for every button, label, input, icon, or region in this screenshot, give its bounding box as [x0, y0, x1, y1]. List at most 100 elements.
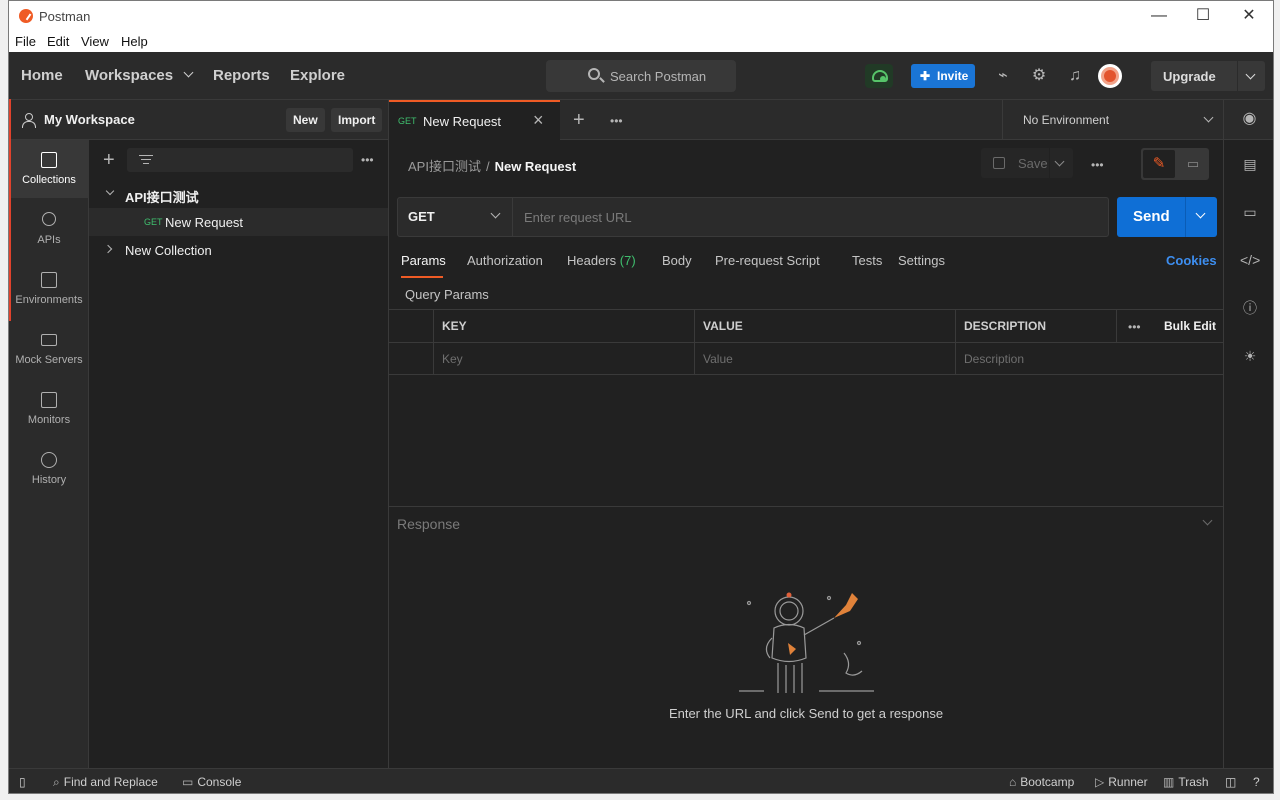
response-panel: Response Enter the URL and click Send to…	[389, 506, 1223, 768]
view-mode-toggle: ✎ ▭	[1141, 148, 1209, 180]
new-tab-icon[interactable]: +	[573, 110, 585, 130]
search-placeholder: Search Postman	[610, 69, 707, 84]
collections-filter-input[interactable]	[127, 148, 353, 172]
documentation-icon[interactable]: ▤	[1240, 154, 1260, 174]
collection-item[interactable]: New Collection	[89, 236, 388, 264]
workspace-title[interactable]: My Workspace	[44, 112, 135, 127]
add-user-icon: ✚	[920, 69, 931, 83]
save-icon	[993, 157, 1005, 169]
info-icon[interactable]: ⓘ	[1240, 298, 1260, 318]
breadcrumb-collection[interactable]: API接口测试	[408, 159, 481, 174]
help-icon[interactable]: ?	[1253, 775, 1260, 789]
satellite-icon[interactable]: ⌁	[993, 66, 1013, 86]
invite-button[interactable]: ✚ Invite	[911, 64, 975, 88]
collection-item[interactable]: API接口测试	[89, 180, 388, 208]
chevron-down-icon[interactable]	[105, 186, 115, 196]
environment-selector[interactable]: No Environment	[1002, 100, 1223, 140]
key-input[interactable]: Key	[442, 352, 463, 366]
bootcamp-button[interactable]: ⌂ Bootcamp	[1009, 775, 1074, 789]
request-item[interactable]: GET New Request	[89, 208, 388, 236]
headers-count-badge: (7)	[619, 253, 636, 268]
chevron-down-icon[interactable]	[1202, 515, 1213, 526]
edit-pencil-icon[interactable]: ✎	[1143, 150, 1175, 178]
code-icon[interactable]: </>	[1240, 250, 1260, 270]
nav-workspaces[interactable]: Workspaces	[85, 67, 194, 84]
tab-params[interactable]: Params	[401, 253, 446, 268]
tab-tests[interactable]: Tests	[852, 253, 882, 268]
value-input[interactable]: Value	[703, 352, 733, 366]
lightbulb-icon[interactable]: ☀	[1240, 346, 1260, 366]
upgrade-label: Upgrade	[1163, 69, 1216, 84]
menu-file[interactable]: File	[15, 34, 36, 49]
chevron-down-icon[interactable]	[1245, 69, 1256, 80]
nav-explore[interactable]: Explore	[290, 67, 345, 84]
runner-button[interactable]: ▷ Runner	[1095, 775, 1148, 789]
trash-button[interactable]: ▥ Trash	[1163, 775, 1209, 789]
find-replace-button[interactable]: ⌕ Find and Replace	[53, 775, 158, 790]
breadcrumb-request[interactable]: New Request	[495, 159, 577, 174]
maximize-button[interactable]: ☐	[1189, 5, 1217, 27]
bell-icon[interactable]: ♫	[1065, 66, 1085, 86]
avatar[interactable]	[1098, 64, 1122, 88]
tab-settings[interactable]: Settings	[898, 253, 945, 268]
nav-home[interactable]: Home	[21, 67, 63, 84]
more-options-icon[interactable]: •••	[1128, 320, 1141, 334]
console-label: Console	[197, 775, 242, 789]
menu-view[interactable]: View	[81, 34, 109, 49]
bootcamp-label: Bootcamp	[1020, 775, 1075, 789]
sidebar-item-mock-servers[interactable]: Mock Servers	[9, 320, 89, 378]
menu-help[interactable]: Help	[121, 34, 148, 49]
runner-icon: ▷	[1095, 775, 1105, 789]
console-button[interactable]: ▭ Console	[182, 775, 241, 789]
send-button[interactable]: Send	[1117, 197, 1217, 237]
search-bar[interactable]: Search Postman	[546, 60, 736, 92]
close-window-button[interactable]: ✕	[1235, 5, 1263, 27]
sidebar-item-apis[interactable]: APIs	[9, 200, 89, 258]
more-options-icon[interactable]: •••	[1091, 158, 1104, 172]
import-button[interactable]: Import	[331, 108, 383, 132]
status-bar: ▯ ⌕ Find and Replace ▭ Console ⌂ Bootcamp ▷…	[9, 768, 1273, 793]
more-options-icon[interactable]: •••	[361, 153, 374, 167]
chevron-down-icon[interactable]	[1054, 156, 1065, 167]
find-replace-label: Find and Replace	[63, 775, 158, 789]
method-badge: GET	[398, 116, 417, 126]
description-input[interactable]: Description	[964, 352, 1024, 366]
tab-headers[interactable]: Headers (7)	[567, 253, 636, 268]
tab-body[interactable]: Body	[662, 253, 692, 268]
new-button[interactable]: New	[286, 108, 325, 132]
sync-status-icon[interactable]	[865, 64, 893, 88]
nav-reports[interactable]: Reports	[213, 67, 270, 84]
more-tabs-icon[interactable]: •••	[610, 114, 623, 128]
close-icon[interactable]: ×	[533, 110, 544, 131]
cookies-link[interactable]: Cookies	[1166, 253, 1217, 268]
toggle-sidebar-icon[interactable]: ▯	[19, 775, 26, 789]
menu-edit[interactable]: Edit	[47, 34, 69, 49]
save-button[interactable]: Save	[981, 148, 1073, 178]
nav-workspaces-label: Workspaces	[85, 67, 174, 84]
divider	[1185, 197, 1186, 237]
comments-icon[interactable]: ▭	[1240, 202, 1260, 222]
two-pane-icon[interactable]: ◫	[1225, 775, 1236, 789]
add-collection-icon[interactable]: +	[103, 150, 115, 170]
tab-new-request[interactable]: GET New Request ×	[389, 100, 560, 140]
sidebar-item-monitors[interactable]: Monitors	[9, 380, 89, 438]
divider	[1116, 309, 1117, 342]
method-select[interactable]: GET	[398, 198, 513, 236]
postman-window: Postman — ☐ ✕ File Edit View Help Home W…	[8, 0, 1274, 794]
bulk-edit-button[interactable]: Bulk Edit	[1164, 319, 1216, 333]
sidebar-item-collections[interactable]: Collections	[9, 140, 89, 198]
chevron-down-icon	[183, 67, 194, 78]
minimize-button[interactable]: —	[1145, 5, 1173, 27]
sidebar-item-history[interactable]: History	[9, 440, 89, 498]
chevron-down-icon[interactable]	[1195, 208, 1206, 219]
sidebar-rail: Collections APIs Environments Mock Serve…	[9, 140, 89, 768]
tab-authorization[interactable]: Authorization	[467, 253, 543, 268]
tab-pre-request-script[interactable]: Pre-request Script	[715, 253, 820, 268]
comments-icon[interactable]: ▭	[1179, 150, 1207, 178]
url-input[interactable]	[514, 198, 1108, 236]
upgrade-button[interactable]: Upgrade	[1151, 61, 1265, 91]
eye-icon[interactable]: ◉	[1223, 100, 1273, 140]
sidebar-item-environments[interactable]: Environments	[9, 260, 89, 318]
gear-icon[interactable]: ⚙	[1029, 66, 1049, 86]
chevron-right-icon[interactable]	[103, 244, 113, 254]
